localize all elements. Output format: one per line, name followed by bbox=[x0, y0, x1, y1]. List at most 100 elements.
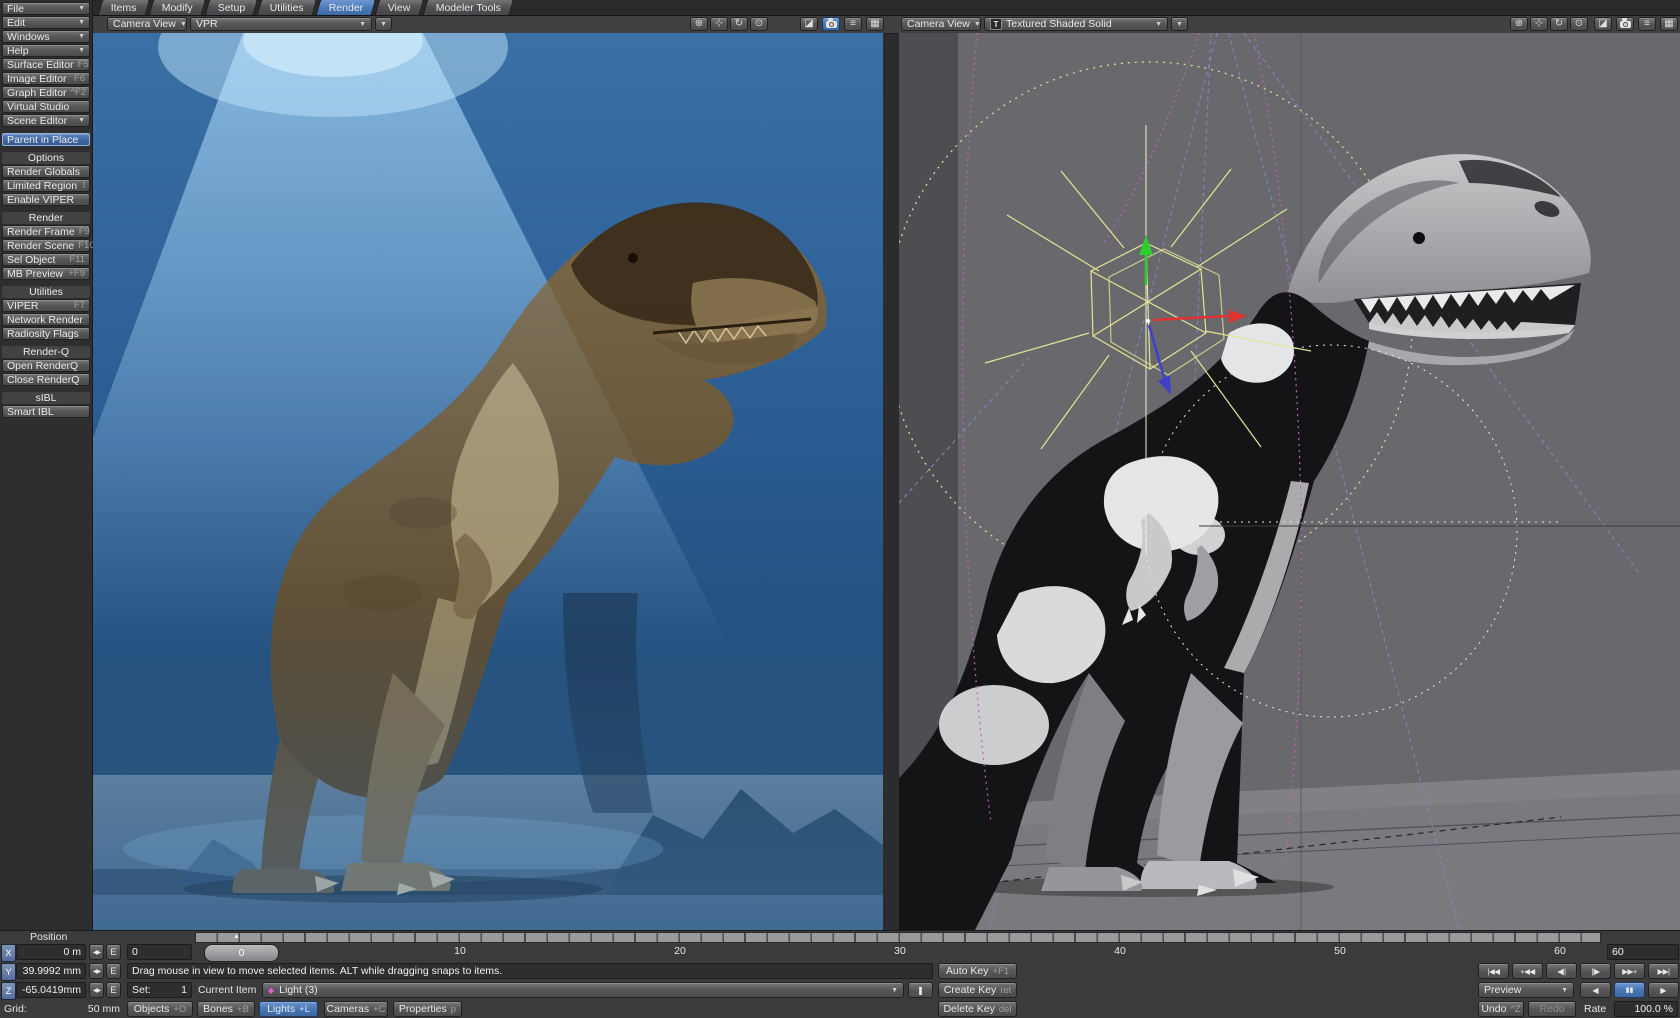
minmax-icon[interactable]: ◪ bbox=[1594, 17, 1612, 31]
right-viewport-shaded[interactable] bbox=[899, 33, 1680, 930]
left-render-mode-dropdown[interactable]: VPR▼ bbox=[190, 17, 372, 31]
chevron-down-icon: ▼ bbox=[78, 5, 85, 12]
x-stepper[interactable]: ◀▶ bbox=[89, 944, 104, 960]
viper-button[interactable]: VIPERF7 bbox=[2, 299, 90, 312]
end-frame-field[interactable]: 60 bbox=[1607, 944, 1679, 960]
z-envelope-button[interactable]: E bbox=[106, 982, 121, 998]
properties-button[interactable]: Propertiesp bbox=[393, 1001, 462, 1017]
network-render-button[interactable]: Network Render bbox=[2, 313, 90, 326]
pause-button[interactable]: ▮▮ bbox=[1614, 982, 1645, 998]
timeline-ruler[interactable] bbox=[195, 932, 1601, 943]
preview-dropdown[interactable]: Preview▼ bbox=[1478, 982, 1574, 998]
bones-mode-button[interactable]: Bones+B bbox=[197, 1001, 255, 1017]
camera-icon[interactable] bbox=[822, 17, 840, 31]
tab-render[interactable]: Render bbox=[316, 0, 377, 15]
step-back-button[interactable]: ◀|| bbox=[1546, 963, 1577, 979]
camera-icon[interactable] bbox=[1616, 17, 1634, 31]
lights-mode-button[interactable]: Lights+L bbox=[259, 1001, 318, 1017]
open-renderq-button[interactable]: Open RenderQ bbox=[2, 359, 90, 372]
zoom-icon[interactable]: ⊙ bbox=[1570, 17, 1588, 31]
rotate-icon[interactable]: ↻ bbox=[730, 17, 748, 31]
next-key-button[interactable]: ▶▶+ bbox=[1614, 963, 1645, 979]
rotate-icon[interactable]: ↻ bbox=[1550, 17, 1568, 31]
timeline-slider-handle[interactable]: 0 bbox=[204, 944, 279, 962]
grid-value: 50 mm bbox=[60, 1001, 120, 1017]
close-renderq-button[interactable]: Close RenderQ bbox=[2, 373, 90, 386]
z-stepper[interactable]: ◀▶ bbox=[89, 982, 104, 998]
sel-object-button[interactable]: Sel ObjectF11 bbox=[2, 253, 90, 266]
y-stepper[interactable]: ◀▶ bbox=[89, 963, 104, 979]
move-icon[interactable]: ⊹ bbox=[710, 17, 728, 31]
y-position-field[interactable]: 39.9992 mm bbox=[16, 963, 86, 979]
objects-mode-button[interactable]: Objects+O bbox=[127, 1001, 193, 1017]
edit-menu[interactable]: Edit▼ bbox=[2, 16, 90, 29]
limited-region-button[interactable]: Limited Regionl bbox=[2, 179, 90, 192]
list-icon[interactable]: ≡ bbox=[1638, 17, 1656, 31]
redo-button[interactable]: Redo bbox=[1528, 1001, 1576, 1017]
chevron-down-icon: ▼ bbox=[359, 21, 366, 28]
parent-in-place-button[interactable]: Parent in Place bbox=[2, 133, 90, 146]
play-button[interactable]: ▶ bbox=[1648, 982, 1679, 998]
status-bar: Drag mouse in view to move selected item… bbox=[127, 963, 933, 979]
image-editor-button[interactable]: Image EditorF6 bbox=[2, 72, 90, 85]
left-viewport-vpr[interactable] bbox=[93, 33, 883, 930]
current-item-dropdown[interactable]: ◆Light (3) ▼ bbox=[262, 982, 904, 998]
tab-setup[interactable]: Setup bbox=[204, 0, 258, 15]
go-to-end-button[interactable]: ▶▶| bbox=[1648, 963, 1679, 979]
graph-editor-button[interactable]: Graph Editor^F2 bbox=[2, 86, 90, 99]
tab-items[interactable]: Items bbox=[98, 0, 150, 15]
file-menu[interactable]: File▼ bbox=[2, 2, 90, 15]
undo-button[interactable]: Undo^Z bbox=[1478, 1001, 1524, 1017]
render-globals-button[interactable]: Render Globals bbox=[2, 165, 90, 178]
tab-utilities[interactable]: Utilities bbox=[257, 0, 317, 15]
tab-modify[interactable]: Modify bbox=[148, 0, 206, 15]
tick-label: 60 bbox=[1545, 945, 1575, 957]
z-axis-button[interactable]: Z bbox=[1, 982, 16, 1000]
render-frame-button[interactable]: Render FrameF9 bbox=[2, 225, 90, 238]
render-scene-button[interactable]: Render SceneF10 bbox=[2, 239, 90, 252]
right-view-type-dropdown[interactable]: Camera View▼ bbox=[901, 17, 981, 31]
radiosity-flags-button[interactable]: Radiosity Flags bbox=[2, 327, 90, 340]
auto-key-button[interactable]: Auto Key+F1 bbox=[938, 963, 1017, 979]
main-menu-tab-bar: Items Modify Setup Utilities Render View… bbox=[93, 0, 1680, 16]
enable-viper-button[interactable]: Enable VIPER bbox=[2, 193, 90, 206]
pan-icon[interactable]: ⊕ bbox=[1510, 17, 1528, 31]
mb-preview-button[interactable]: MB Preview+F9 bbox=[2, 267, 90, 280]
item-list-button[interactable]: ❚ bbox=[908, 982, 933, 998]
zoom-icon[interactable]: ⊙ bbox=[750, 17, 768, 31]
windows-menu[interactable]: Windows▼ bbox=[2, 30, 90, 43]
film-icon[interactable]: ▦ bbox=[866, 17, 884, 31]
create-key-button[interactable]: Create Keyret bbox=[938, 982, 1017, 998]
virtual-studio-button[interactable]: Virtual Studio bbox=[2, 100, 90, 113]
list-icon[interactable]: ≡ bbox=[844, 17, 862, 31]
cameras-mode-button[interactable]: Cameras+C bbox=[324, 1001, 388, 1017]
move-icon[interactable]: ⊹ bbox=[1530, 17, 1548, 31]
delete-key-button[interactable]: Delete Keydel bbox=[938, 1001, 1017, 1017]
go-to-start-button[interactable]: |◀◀ bbox=[1478, 963, 1509, 979]
previous-key-button[interactable]: +◀◀ bbox=[1512, 963, 1543, 979]
current-frame-field[interactable]: 0 bbox=[127, 944, 192, 960]
scene-editor-button[interactable]: Scene Editor▼ bbox=[2, 114, 90, 127]
film-icon[interactable]: ▦ bbox=[1660, 17, 1678, 31]
y-envelope-button[interactable]: E bbox=[106, 963, 121, 979]
set-field[interactable]: Set:1 bbox=[127, 982, 192, 998]
tab-modeler-tools[interactable]: Modeler Tools bbox=[423, 0, 515, 15]
step-forward-button[interactable]: ||▶ bbox=[1580, 963, 1611, 979]
left-view-type-dropdown[interactable]: Camera View▼ bbox=[107, 17, 187, 31]
right-viewport-options-dropdown[interactable]: ▼ bbox=[1171, 17, 1188, 31]
smart-ibl-button[interactable]: Smart IBL bbox=[2, 405, 90, 418]
z-position-field[interactable]: -65.0419mm bbox=[16, 982, 86, 998]
left-viewport-options-dropdown[interactable]: ▼ bbox=[375, 17, 392, 31]
x-position-field[interactable]: 0 m bbox=[16, 944, 86, 960]
minmax-icon[interactable]: ◪ bbox=[800, 17, 818, 31]
right-render-mode-dropdown[interactable]: TTextured Shaded Solid▼ bbox=[984, 17, 1168, 31]
play-reverse-button[interactable]: ◀ bbox=[1580, 982, 1611, 998]
pan-icon[interactable]: ⊕ bbox=[690, 17, 708, 31]
x-axis-button[interactable]: X bbox=[1, 944, 16, 962]
rate-field[interactable]: 100.0 % bbox=[1614, 1001, 1678, 1017]
surface-editor-button[interactable]: Surface EditorF5 bbox=[2, 58, 90, 71]
tab-view[interactable]: View bbox=[375, 0, 424, 15]
y-axis-button[interactable]: Y bbox=[1, 963, 16, 981]
help-menu[interactable]: Help▼ bbox=[2, 44, 90, 57]
x-envelope-button[interactable]: E bbox=[106, 944, 121, 960]
